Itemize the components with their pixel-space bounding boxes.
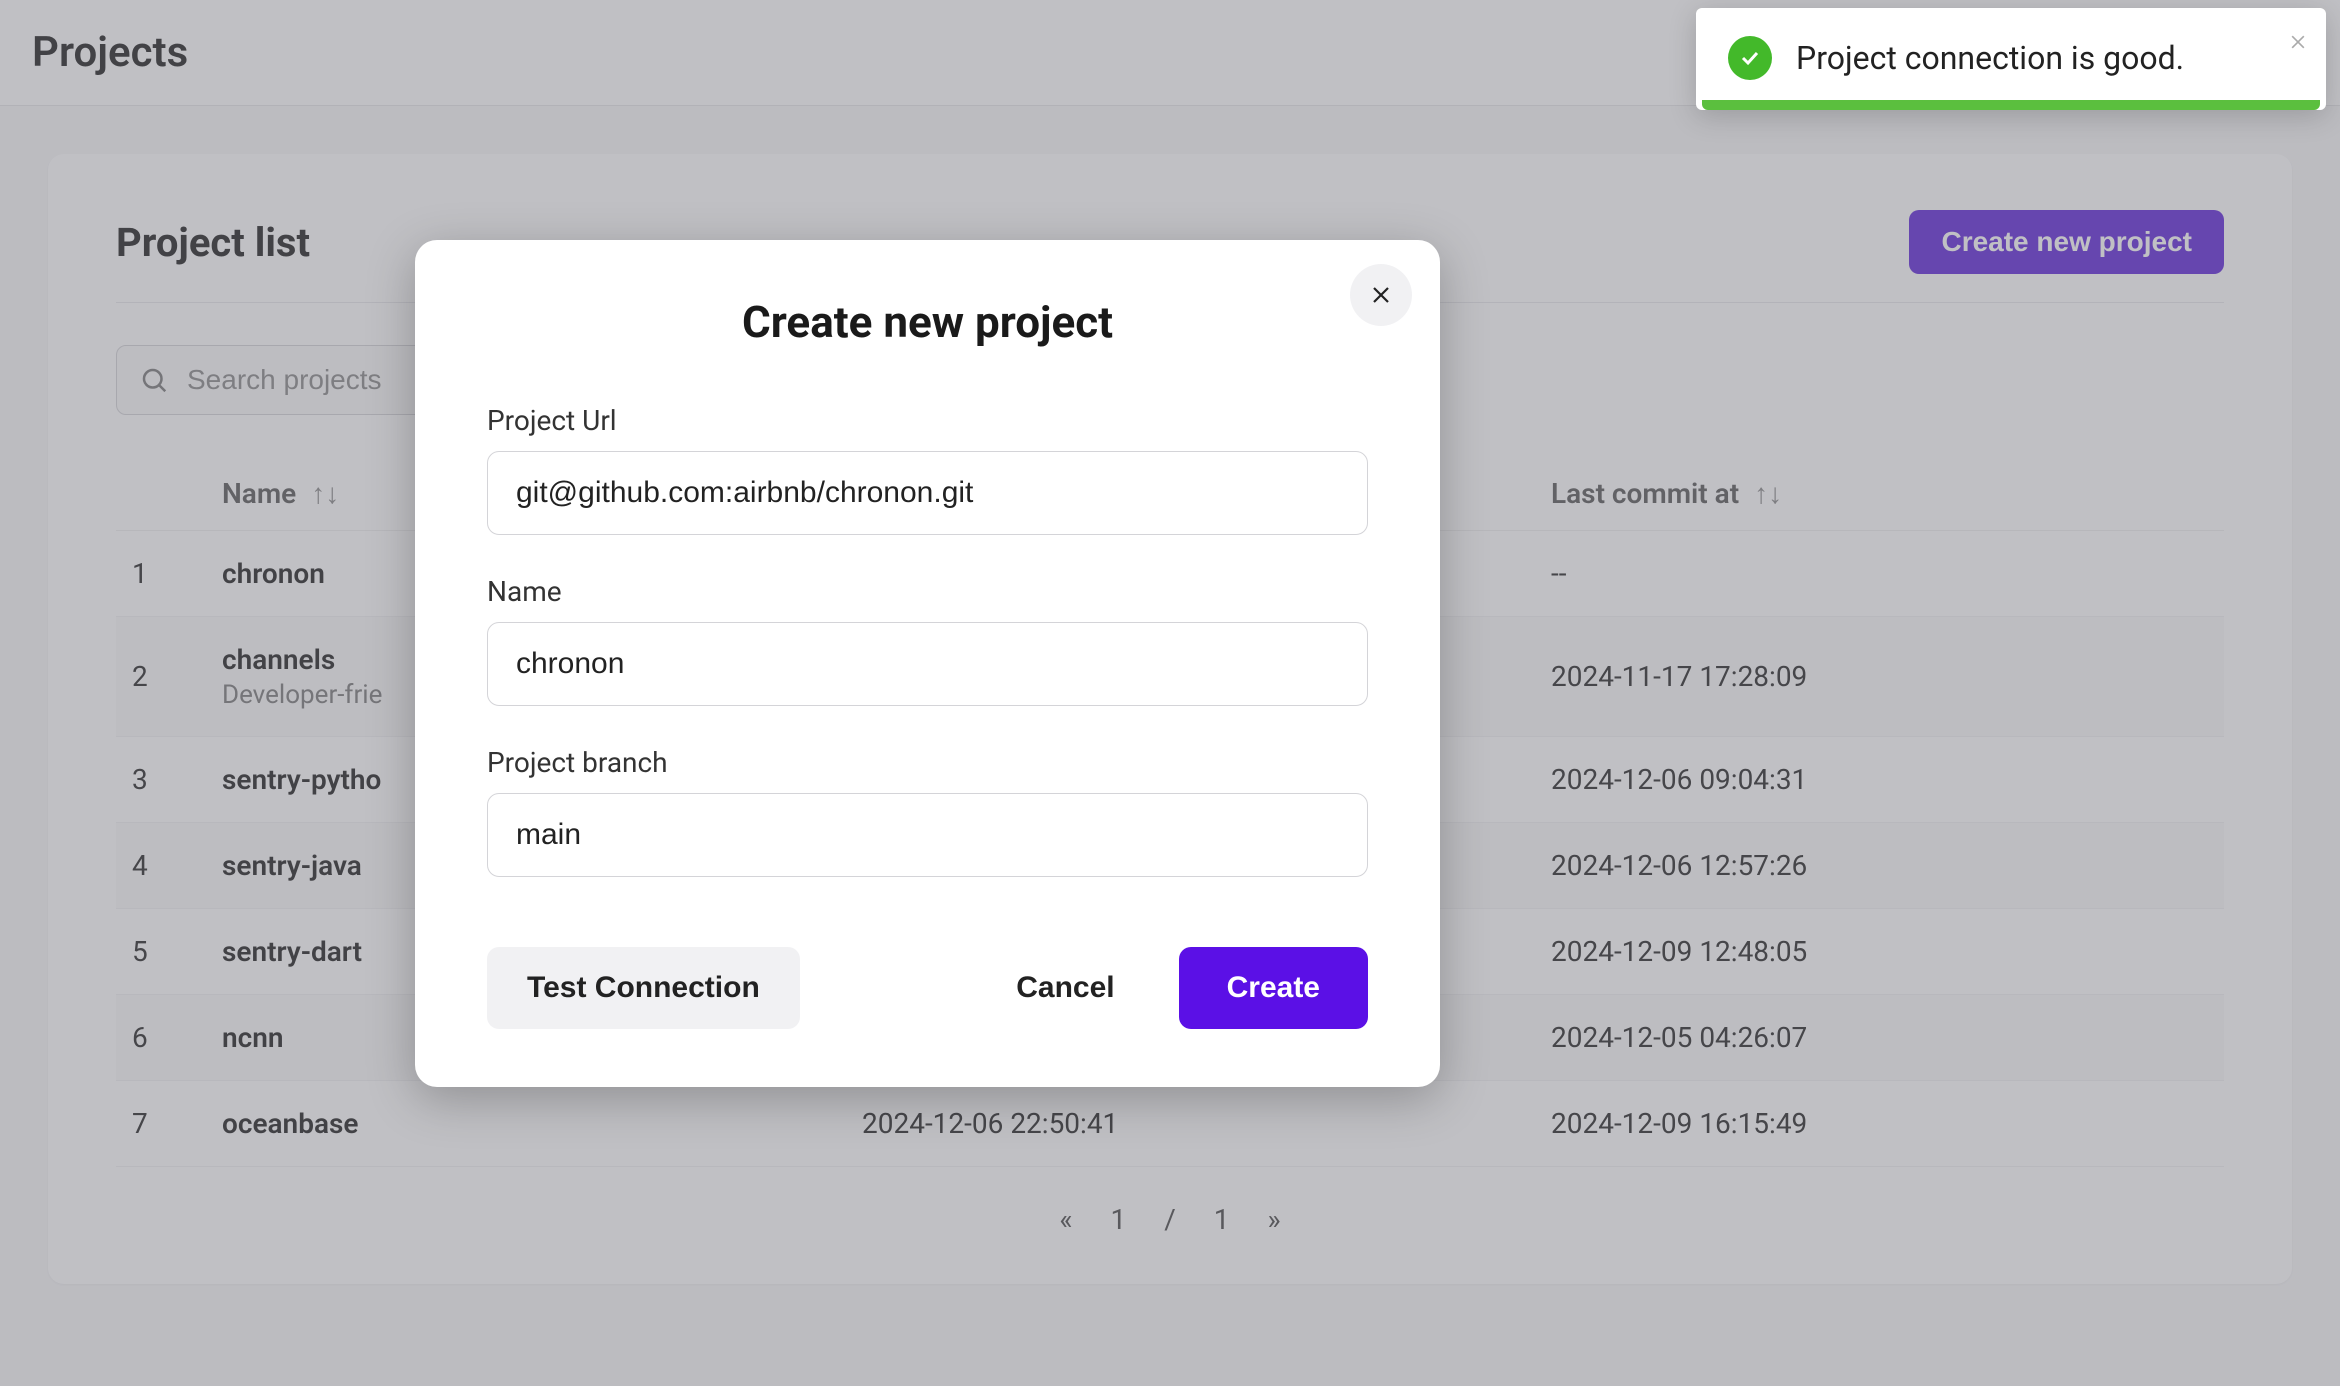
- project-branch-input[interactable]: [487, 793, 1368, 877]
- project-name-input[interactable]: [487, 622, 1368, 706]
- create-button[interactable]: Create: [1179, 947, 1368, 1029]
- toast-message: Project connection is good.: [1796, 39, 2294, 77]
- modal-close-button[interactable]: [1350, 264, 1412, 326]
- toast-close-button[interactable]: [2288, 26, 2308, 59]
- test-connection-button[interactable]: Test Connection: [487, 947, 800, 1029]
- create-project-modal: Create new project Project Url Name Proj…: [415, 240, 1440, 1087]
- close-icon: [2288, 32, 2308, 52]
- project-url-label: Project Url: [487, 404, 1368, 437]
- close-icon: [1369, 283, 1393, 307]
- project-url-input[interactable]: [487, 451, 1368, 535]
- project-name-label: Name: [487, 575, 1368, 608]
- toast-progress-bar: [1702, 100, 2320, 110]
- cancel-button[interactable]: Cancel: [976, 947, 1154, 1029]
- project-branch-label: Project branch: [487, 746, 1368, 779]
- check-circle-icon: [1728, 36, 1772, 80]
- modal-title: Create new project: [487, 296, 1368, 348]
- toast-success: Project connection is good.: [1696, 8, 2326, 110]
